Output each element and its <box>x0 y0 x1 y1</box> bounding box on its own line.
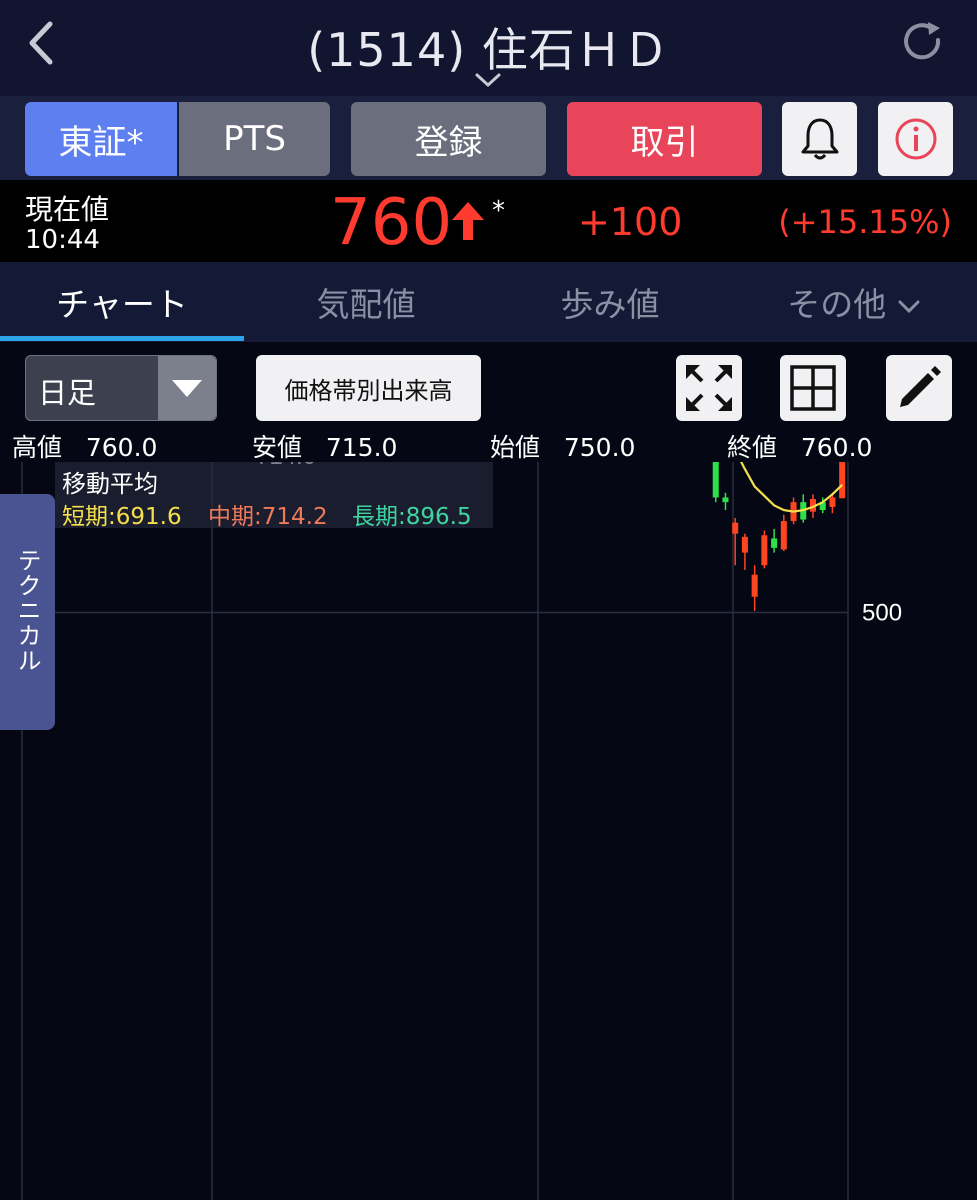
dropdown-triangle-icon <box>172 380 202 397</box>
candle-body <box>751 574 758 597</box>
tab-chart[interactable]: チャート <box>0 278 244 326</box>
candle-body <box>722 497 729 503</box>
candle-body <box>829 497 836 507</box>
ohlc-low: 安値 715.0 <box>252 428 397 464</box>
tab-order-book[interactable]: 気配値 <box>244 278 488 326</box>
period-select-value: 日足 <box>38 376 97 410</box>
candlestick-chart[interactable]: 760.0 1,2501,000500 862.0714.0831.0731.0 <box>0 462 977 1200</box>
ohlc-high-label: 高値 <box>12 433 63 462</box>
chevron-down-icon[interactable] <box>474 72 502 88</box>
ohlc-high: 高値 760.0 <box>12 428 157 464</box>
price-change: +100 <box>578 200 683 244</box>
expand-icon <box>686 365 732 411</box>
current-price: 760 <box>330 186 453 260</box>
chevron-down-icon <box>898 300 920 313</box>
info-icon <box>895 118 936 160</box>
ohlc-low-label: 安値 <box>252 433 303 462</box>
arrow-up-icon <box>452 202 484 240</box>
current-price-label: 現在値 <box>25 193 110 226</box>
pencil-icon <box>900 366 941 407</box>
alert-button[interactable] <box>782 102 857 176</box>
ohlc-close-value: 760.0 <box>800 433 873 462</box>
info-button[interactable] <box>878 102 953 176</box>
candle-body <box>780 521 787 550</box>
page-title[interactable]: (1514) 住石ＨＤ <box>0 14 977 80</box>
tab-other-label: その他 <box>787 285 887 324</box>
ma-short-value: 短期:691.6 <box>62 504 182 530</box>
price-change-percent: (+15.15%) <box>778 203 952 241</box>
ohlc-open-label: 始値 <box>490 433 541 462</box>
ohlc-open: 始値 750.0 <box>490 428 635 464</box>
ohlc-close: 終値 760.0 <box>727 428 872 464</box>
price-mark: * <box>492 196 505 226</box>
selected-tab-indicator <box>0 336 244 341</box>
tab-other[interactable]: その他 <box>732 278 976 326</box>
quote-time: 10:44 <box>25 225 100 255</box>
reload-icon[interactable] <box>898 18 946 66</box>
bell-icon <box>801 118 838 160</box>
ohlc-high-value: 760.0 <box>85 433 158 462</box>
technical-panel-label: テクニカル <box>13 548 41 673</box>
candle-body <box>741 536 748 553</box>
candle-body <box>732 522 739 534</box>
moving-average-title: 移動平均 <box>62 470 158 498</box>
grid-icon <box>790 365 836 411</box>
ohlc-open-value: 750.0 <box>563 433 636 462</box>
volume-by-price-button[interactable]: 価格帯別出来高 <box>256 355 481 421</box>
market-pts-segment[interactable]: PTS <box>179 102 330 176</box>
y-tick-label: 500 <box>862 600 902 627</box>
ma-mid-value: 中期:714.2 <box>208 504 328 530</box>
ma-long-value: 長期:896.5 <box>352 504 472 530</box>
candle-body <box>771 538 778 548</box>
layout-grid-button[interactable] <box>780 355 846 421</box>
market-tse-segment[interactable]: 東証* <box>25 102 177 176</box>
fullscreen-button[interactable] <box>676 355 742 421</box>
drawing-tool-button[interactable] <box>886 355 952 421</box>
candle-body <box>712 462 719 498</box>
trade-button[interactable]: 取引 <box>567 102 762 176</box>
register-button[interactable]: 登録 <box>351 102 546 176</box>
ohlc-close-label: 終値 <box>727 433 778 462</box>
candle-body <box>761 535 768 566</box>
period-select-toggle[interactable] <box>158 356 216 420</box>
candle-body <box>839 462 846 499</box>
tab-time-and-sales[interactable]: 歩み値 <box>488 278 732 326</box>
ohlc-low-value: 715.0 <box>325 433 398 462</box>
chart-background <box>0 462 977 1200</box>
